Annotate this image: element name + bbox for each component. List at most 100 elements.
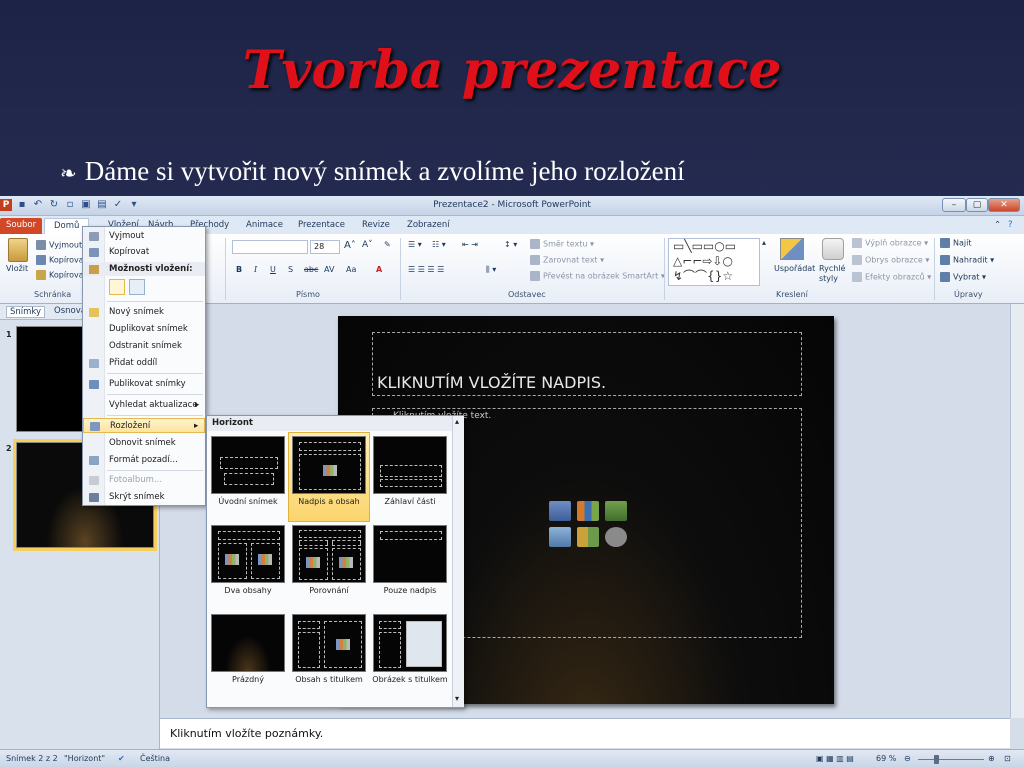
indent-buttons[interactable]: ⇤ ⇥ (462, 240, 478, 249)
maximize-button[interactable]: ▢ (966, 198, 988, 212)
menu-duplicate-slide[interactable]: Duplikovat snímek (83, 322, 205, 337)
grow-font-icon[interactable]: A˄ (344, 240, 356, 251)
view-buttons[interactable]: ▣ ▦ ▥ ▤ (816, 754, 854, 763)
zoom-slider-thumb[interactable] (934, 755, 939, 764)
menu-photo-album[interactable]: Fotoalbum... (83, 473, 205, 488)
close-button[interactable]: ✕ (988, 198, 1020, 212)
format-painter-button[interactable]: Kopírovat formát (36, 270, 84, 280)
paste-keep-icon[interactable] (109, 279, 125, 295)
new-slide-icon (89, 308, 99, 317)
menu-delete-slide[interactable]: Odstranit snímek (83, 339, 205, 354)
menu-copy[interactable]: Kopírovat (83, 245, 205, 260)
menu-layout[interactable]: Rozložení ▸ (83, 418, 205, 433)
tab-view[interactable]: Zobrazení (407, 218, 450, 234)
layout-title-content[interactable]: Nadpis a obsah (288, 432, 370, 522)
menu-add-section[interactable]: Přidat oddíl (83, 356, 205, 371)
menu-format-background[interactable]: Formát pozadí... (83, 453, 205, 468)
media-icon[interactable] (605, 527, 627, 547)
line-spacing-button[interactable]: ↕ ▾ (504, 240, 517, 249)
paste-icon[interactable] (8, 238, 28, 262)
layout-picture-caption[interactable]: Obrázek s titulkem (370, 611, 450, 699)
numbering-button[interactable]: ☷ ▾ (432, 240, 446, 249)
layout-title-only[interactable]: Pouze nadpis (370, 522, 450, 610)
columns-button[interactable]: ⫼ ▾ (486, 265, 496, 275)
layout-two-content[interactable]: Dva obsahy (208, 522, 288, 610)
align-text-icon (530, 255, 540, 265)
ribbon-minimize-icon[interactable]: ⌃ (994, 218, 1001, 234)
scroll-up-icon[interactable]: ▴ (455, 417, 459, 426)
zoom-level[interactable]: 69 % (876, 754, 896, 763)
smartart-button[interactable]: Převést na obrázek SmartArt ▾ (530, 271, 665, 281)
minimize-button[interactable]: – (942, 198, 966, 212)
underline-button[interactable]: U (270, 265, 276, 274)
italic-button[interactable]: I (254, 265, 257, 274)
table-icon[interactable] (549, 501, 571, 521)
notes-pane[interactable]: Kliknutím vložíte poznámky. (160, 718, 1010, 748)
title-placeholder[interactable]: KLIKNUTÍM VLOŽÍTE NADPIS. (372, 332, 802, 396)
align-text-button[interactable]: Zarovnat text ▾ (530, 255, 604, 265)
menu-new-slide[interactable]: Nový snímek (83, 305, 205, 320)
shape-effects-button[interactable]: Efekty obrazců ▾ (852, 272, 931, 282)
tab-review[interactable]: Revize (362, 218, 390, 234)
menu-paste-options: Možnosti vložení: (83, 262, 205, 276)
scroll-down-icon[interactable]: ▾ (455, 694, 459, 703)
shape-fill-button[interactable]: Výplň obrazce ▾ (852, 238, 928, 248)
tab-slideshow[interactable]: Prezentace (298, 218, 345, 234)
shadow-button[interactable]: S (288, 265, 293, 274)
find-button[interactable]: Najít (940, 238, 971, 248)
layout-content-caption[interactable]: Obsah s titulkem (289, 611, 369, 699)
vertical-scrollbar[interactable] (1010, 304, 1024, 718)
shapes-gallery[interactable]: ▭╲▭▭○▭ △⌐⌐⇨⇩○ ↯⌒⌒{}☆ (668, 238, 760, 286)
text-direction-button[interactable]: Směr textu ▾ (530, 239, 594, 249)
copy-button[interactable]: Kopírovat (36, 255, 84, 265)
menu-reset-slide[interactable]: Obnovit snímek (83, 436, 205, 451)
align-buttons[interactable]: ☰ ☰ ☰ ☰ (408, 265, 444, 274)
layout-section-header[interactable]: Záhlaví části (370, 433, 450, 521)
cut-button[interactable]: Vyjmout (36, 240, 82, 250)
paste-button[interactable]: Vložit (6, 264, 28, 273)
arrange-icon[interactable] (780, 238, 804, 260)
layout-comparison[interactable]: Porovnání (289, 522, 369, 610)
zoom-in-icon[interactable]: ⊕ (988, 754, 995, 763)
quick-styles-icon[interactable] (822, 238, 844, 260)
photo-album-icon (89, 476, 99, 485)
change-case-button[interactable]: Aa (346, 265, 356, 274)
smartart-icon[interactable] (605, 501, 627, 521)
select-button[interactable]: Vybrat ▾ (940, 272, 986, 282)
quick-styles-button[interactable]: Rychlé styly (819, 264, 849, 284)
replace-button[interactable]: Nahradit ▾ (940, 255, 994, 265)
menu-publish-slides[interactable]: Publikovat snímky (83, 377, 205, 392)
picture-icon[interactable] (549, 527, 571, 547)
bullets-button[interactable]: ☰ ▾ (408, 240, 422, 249)
chart-icon[interactable] (577, 501, 599, 521)
tab-file[interactable]: Soubor (0, 218, 43, 234)
status-language[interactable]: Čeština (140, 754, 170, 763)
layout-title-slide[interactable]: Úvodní snímek (208, 433, 288, 521)
clear-format-icon[interactable]: ✎ (384, 240, 391, 249)
shapes-more-icon[interactable]: ▴ (762, 238, 766, 247)
help-icon[interactable]: ? (1008, 218, 1013, 234)
menu-cut[interactable]: Vyjmout (83, 229, 205, 244)
tab-slides[interactable]: Snímky (6, 306, 46, 318)
menu-check-updates[interactable]: Vyhledat aktualizace ▸ (83, 398, 205, 413)
paste-picture-icon[interactable] (129, 279, 145, 295)
tab-animations[interactable]: Animace (246, 218, 283, 234)
zoom-slider[interactable] (918, 759, 984, 760)
shape-outline-button[interactable]: Obrys obrazce ▾ (852, 255, 929, 265)
bold-button[interactable]: B (236, 265, 242, 274)
zoom-out-icon[interactable]: ⊖ (904, 754, 911, 763)
font-name-combo[interactable] (232, 240, 308, 254)
char-spacing-button[interactable]: AV (324, 265, 334, 274)
clipart-icon[interactable] (577, 527, 599, 547)
font-size-combo[interactable]: 28 (310, 240, 340, 254)
shrink-font-icon[interactable]: A˅ (362, 240, 373, 250)
menu-hide-slide[interactable]: Skrýt snímek (83, 490, 205, 505)
spellcheck-icon[interactable]: ✔ (118, 754, 125, 763)
arrange-button[interactable]: Uspořádat (774, 264, 815, 273)
fit-to-window-icon[interactable]: ⊡ (1004, 754, 1011, 763)
strikethrough-button[interactable]: abc (304, 265, 318, 274)
layout-gallery-scrollbar[interactable]: ▴ ▾ (452, 416, 464, 707)
layout-blank[interactable]: Prázdný (208, 611, 288, 699)
font-color-button[interactable]: A (376, 265, 382, 274)
status-slide-count: Snímek 2 z 2 (6, 754, 58, 763)
